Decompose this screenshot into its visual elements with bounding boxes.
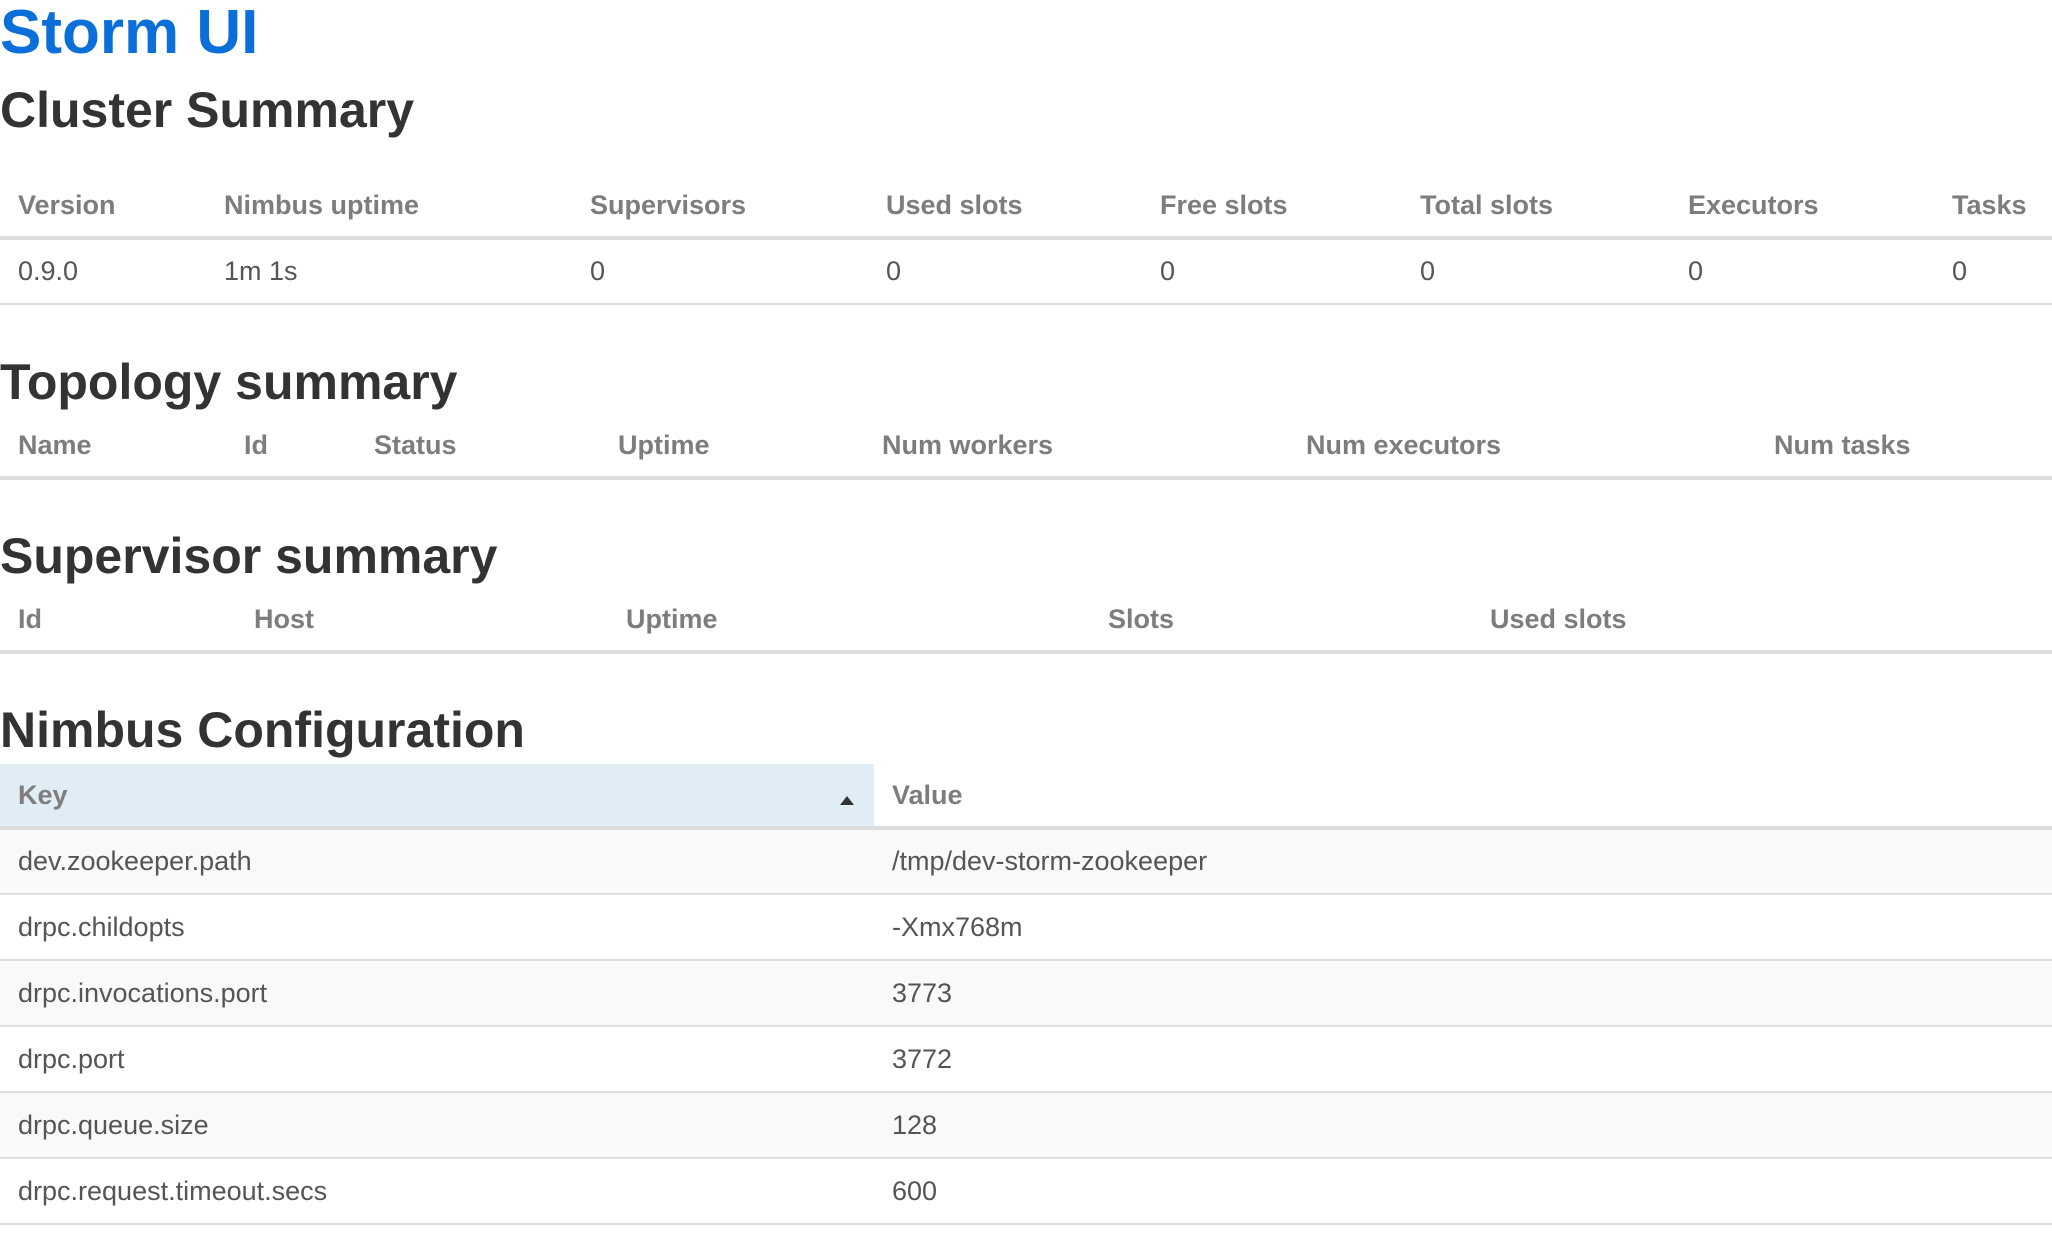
supervisor-summary-table: Id Host Uptime Slots Used slots: [0, 588, 2052, 654]
column-header-id[interactable]: Id: [0, 588, 236, 654]
column-header-free-slots[interactable]: Free slots: [1142, 174, 1402, 240]
column-header-uptime[interactable]: Uptime: [608, 588, 1090, 654]
config-key: drpc.queue.size: [0, 1092, 874, 1159]
column-header-key-label: Key: [18, 779, 68, 810]
column-header-status[interactable]: Status: [356, 414, 600, 480]
column-header-num-workers[interactable]: Num workers: [864, 414, 1288, 480]
config-value: /tmp/dev-storm-zookeeper: [874, 828, 2052, 895]
column-header-total-slots[interactable]: Total slots: [1402, 174, 1670, 240]
column-header-key[interactable]: Key: [0, 764, 874, 830]
topology-summary-header-row: Name Id Status Uptime Num workers Num ex…: [0, 414, 2052, 480]
column-header-used-slots[interactable]: Used slots: [1472, 588, 2052, 654]
topology-summary-title: Topology summary: [0, 354, 458, 410]
column-header-nimbus-uptime[interactable]: Nimbus uptime: [206, 174, 572, 240]
app-title-link[interactable]: Storm UI: [0, 0, 258, 66]
config-key: drpc.port: [0, 1026, 874, 1093]
column-header-tasks[interactable]: Tasks: [1934, 174, 2052, 240]
config-value: 128: [874, 1092, 2052, 1159]
table-row: drpc.childopts -Xmx768m: [0, 894, 2052, 961]
table-row: drpc.port 3772: [0, 1026, 2052, 1093]
supervisor-summary-header-row: Id Host Uptime Slots Used slots: [0, 588, 2052, 654]
cell-executors: 0: [1670, 238, 1934, 305]
nimbus-configuration-title: Nimbus Configuration: [0, 702, 525, 758]
cell-nimbus-uptime: 1m 1s: [206, 238, 572, 305]
column-header-id[interactable]: Id: [226, 414, 356, 480]
cell-supervisors: 0: [572, 238, 868, 305]
cluster-summary-header-row: Version Nimbus uptime Supervisors Used s…: [0, 174, 2052, 240]
cell-version: 0.9.0: [0, 238, 206, 305]
column-header-num-executors[interactable]: Num executors: [1288, 414, 1756, 480]
table-row: drpc.invocations.port 3773: [0, 960, 2052, 1027]
topology-summary-table: Name Id Status Uptime Num workers Num ex…: [0, 414, 2052, 480]
column-header-slots[interactable]: Slots: [1090, 588, 1472, 654]
column-header-version[interactable]: Version: [0, 174, 206, 240]
column-header-uptime[interactable]: Uptime: [600, 414, 864, 480]
config-key: drpc.request.timeout.secs: [0, 1158, 874, 1225]
config-key: dev.zookeeper.path: [0, 828, 874, 895]
table-row: drpc.queue.size 128: [0, 1092, 2052, 1159]
config-value: 3773: [874, 960, 2052, 1027]
config-value: 600: [874, 1158, 2052, 1225]
config-value: -Xmx768m: [874, 894, 2052, 961]
table-row: 0.9.0 1m 1s 0 0 0 0 0 0: [0, 238, 2052, 305]
cluster-summary-table: Version Nimbus uptime Supervisors Used s…: [0, 174, 2052, 305]
nimbus-configuration-table: Key Value dev.zookeeper.path /tmp/dev-st…: [0, 764, 2052, 1225]
column-header-executors[interactable]: Executors: [1670, 174, 1934, 240]
column-header-value[interactable]: Value: [874, 764, 2052, 830]
cell-tasks: 0: [1934, 238, 2052, 305]
cell-free-slots: 0: [1142, 238, 1402, 305]
cell-total-slots: 0: [1402, 238, 1670, 305]
column-header-supervisors[interactable]: Supervisors: [572, 174, 868, 240]
column-header-used-slots[interactable]: Used slots: [868, 174, 1142, 240]
config-value: 3772: [874, 1026, 2052, 1093]
column-header-host[interactable]: Host: [236, 588, 608, 654]
cell-used-slots: 0: [868, 238, 1142, 305]
supervisor-summary-title: Supervisor summary: [0, 528, 498, 584]
nimbus-configuration-header-row: Key Value: [0, 764, 2052, 830]
cluster-summary-title: Cluster Summary: [0, 82, 415, 138]
table-row: dev.zookeeper.path /tmp/dev-storm-zookee…: [0, 828, 2052, 895]
config-key: drpc.invocations.port: [0, 960, 874, 1027]
config-key: drpc.childopts: [0, 894, 874, 961]
table-row: drpc.request.timeout.secs 600: [0, 1158, 2052, 1225]
column-header-name[interactable]: Name: [0, 414, 226, 480]
column-header-num-tasks[interactable]: Num tasks: [1756, 414, 2052, 480]
sort-asc-icon: [840, 796, 854, 805]
